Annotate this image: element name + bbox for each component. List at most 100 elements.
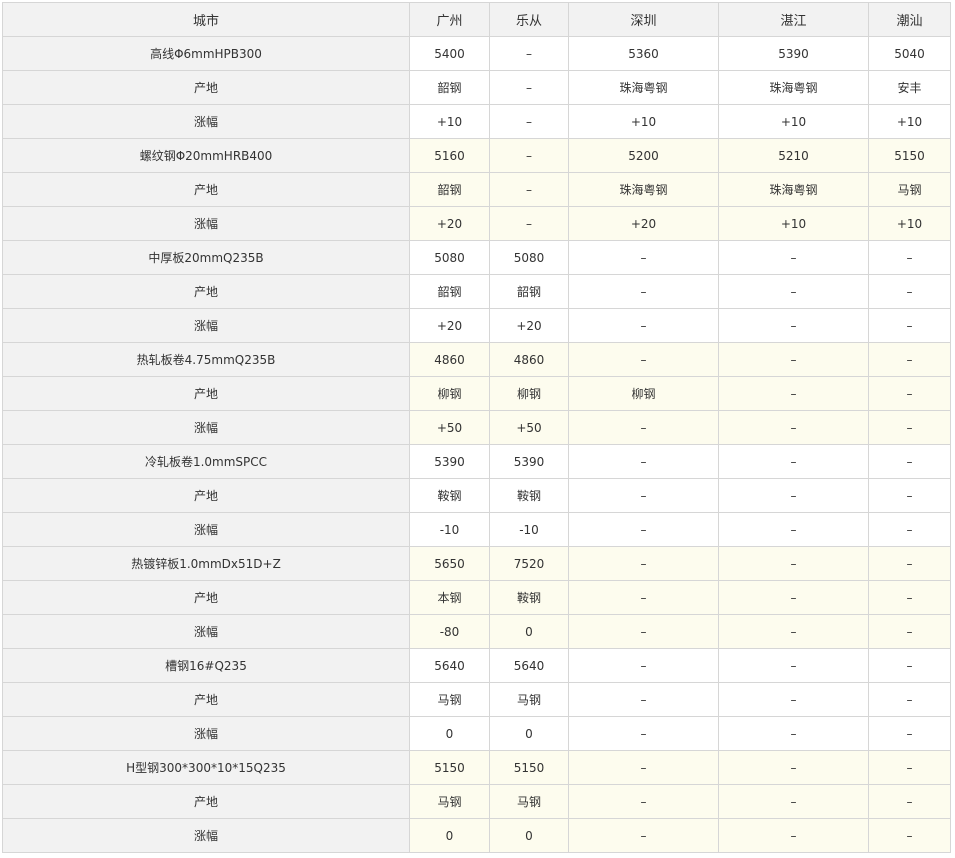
- value-cell: –: [868, 648, 951, 683]
- change-label-cell: 涨幅: [2, 716, 410, 751]
- table-row: 螺纹钢Φ20mmHRB400 5160–5200 5210 5150: [2, 138, 951, 173]
- header-guangzhou: 广州: [409, 2, 490, 37]
- value-cell: 鞍钢: [489, 478, 569, 513]
- table-row: 产地 柳钢 柳钢 柳钢 – –: [2, 376, 951, 411]
- table-row: 涨幅 0 0– – –: [2, 818, 951, 853]
- value-cell: –: [568, 682, 719, 717]
- value-cell: 0: [409, 716, 490, 751]
- value-cell: –: [868, 342, 951, 377]
- value-cell: +20: [409, 308, 490, 343]
- table-row: 涨幅 +50 +50– – –: [2, 410, 951, 445]
- value-cell: –: [868, 444, 951, 479]
- value-cell: –: [718, 308, 869, 343]
- value-cell: 鞍钢: [489, 580, 569, 615]
- value-cell: 5390: [409, 444, 490, 479]
- value-cell: 0: [409, 818, 490, 853]
- value-cell: 7520: [489, 546, 569, 581]
- header-city: 城市: [2, 2, 410, 37]
- value-cell: +10: [718, 206, 869, 241]
- change-label-cell: 涨幅: [2, 104, 410, 139]
- value-cell: –: [868, 376, 951, 411]
- product-name-cell: 螺纹钢Φ20mmHRB400: [2, 138, 410, 173]
- value-cell: –: [568, 512, 719, 547]
- value-cell: –: [868, 308, 951, 343]
- value-cell: 5400: [409, 36, 490, 71]
- value-cell: 5150: [489, 750, 569, 785]
- table-row: 涨幅 +10– +10 +10 +10: [2, 104, 951, 139]
- value-cell: –: [489, 172, 569, 207]
- table-row: 冷轧板卷1.0mmSPCC 5390 5390– – –: [2, 444, 951, 479]
- value-cell: 0: [489, 614, 569, 649]
- table-row: 槽钢16#Q235 5640 5640– – –: [2, 648, 951, 683]
- value-cell: –: [868, 546, 951, 581]
- product-name-cell: 热轧板卷4.75mmQ235B: [2, 342, 410, 377]
- value-cell: 马钢: [409, 682, 490, 717]
- value-cell: 5150: [409, 750, 490, 785]
- value-cell: 4860: [489, 342, 569, 377]
- value-cell: –: [568, 240, 719, 275]
- value-cell: 韶钢: [409, 274, 490, 309]
- value-cell: 5200: [568, 138, 719, 173]
- table-row: 热镀锌板1.0mmDx51D+Z 5650 7520– – –: [2, 546, 951, 581]
- value-cell: -80: [409, 614, 490, 649]
- value-cell: –: [868, 410, 951, 445]
- value-cell: –: [568, 818, 719, 853]
- value-cell: –: [718, 682, 869, 717]
- value-cell: 本钢: [409, 580, 490, 615]
- table-header-row: 城市 广州 乐从 深圳 湛江 潮汕: [2, 2, 951, 37]
- value-cell: –: [718, 512, 869, 547]
- change-label-cell: 涨幅: [2, 818, 410, 853]
- value-cell: -10: [409, 512, 490, 547]
- value-cell: +10: [718, 104, 869, 139]
- table-row: 产地 鞍钢 鞍钢 – – –: [2, 478, 951, 513]
- table-row: 产地 本钢 鞍钢 – – –: [2, 580, 951, 615]
- value-cell: –: [718, 444, 869, 479]
- value-cell: –: [568, 614, 719, 649]
- table-body: 高线Φ6mmHPB300 5400–5360 5390 5040 产地 韶钢 – 珠海粤钢 珠海…: [2, 36, 951, 853]
- product-name-cell: H型钢300*300*10*15Q235: [2, 750, 410, 785]
- table-row: 中厚板20mmQ235B 5080 5080– – –: [2, 240, 951, 275]
- value-cell: –: [718, 410, 869, 445]
- value-cell: +10: [868, 104, 951, 139]
- value-cell: –: [868, 682, 951, 717]
- change-label-cell: 涨幅: [2, 410, 410, 445]
- origin-label-cell: 产地: [2, 172, 410, 207]
- value-cell: 5390: [718, 36, 869, 71]
- value-cell: –: [868, 580, 951, 615]
- value-cell: +20: [568, 206, 719, 241]
- product-name-cell: 高线Φ6mmHPB300: [2, 36, 410, 71]
- value-cell: –: [868, 274, 951, 309]
- value-cell: 5390: [489, 444, 569, 479]
- value-cell: 韶钢: [489, 274, 569, 309]
- value-cell: 0: [489, 818, 569, 853]
- header-chaoshan: 潮汕: [868, 2, 951, 37]
- origin-label-cell: 产地: [2, 70, 410, 105]
- value-cell: –: [568, 784, 719, 819]
- origin-label-cell: 产地: [2, 274, 410, 309]
- value-cell: +10: [568, 104, 719, 139]
- value-cell: 马钢: [489, 784, 569, 819]
- header-zhanjiang: 湛江: [718, 2, 869, 37]
- value-cell: 韶钢: [409, 172, 490, 207]
- value-cell: –: [868, 716, 951, 751]
- value-cell: 马钢: [409, 784, 490, 819]
- value-cell: –: [718, 716, 869, 751]
- value-cell: –: [868, 478, 951, 513]
- product-name-cell: 热镀锌板1.0mmDx51D+Z: [2, 546, 410, 581]
- value-cell: –: [568, 410, 719, 445]
- change-label-cell: 涨幅: [2, 308, 410, 343]
- value-cell: 5640: [489, 648, 569, 683]
- table-row: 产地 韶钢 – 珠海粤钢 珠海粤钢 安丰: [2, 70, 951, 105]
- origin-label-cell: 产地: [2, 478, 410, 513]
- value-cell: –: [568, 648, 719, 683]
- value-cell: 珠海粤钢: [718, 70, 869, 105]
- value-cell: –: [489, 206, 569, 241]
- value-cell: –: [868, 784, 951, 819]
- change-label-cell: 涨幅: [2, 206, 410, 241]
- header-lecong: 乐从: [489, 2, 569, 37]
- value-cell: –: [868, 818, 951, 853]
- value-cell: 柳钢: [489, 376, 569, 411]
- value-cell: 5640: [409, 648, 490, 683]
- value-cell: –: [489, 138, 569, 173]
- value-cell: –: [568, 716, 719, 751]
